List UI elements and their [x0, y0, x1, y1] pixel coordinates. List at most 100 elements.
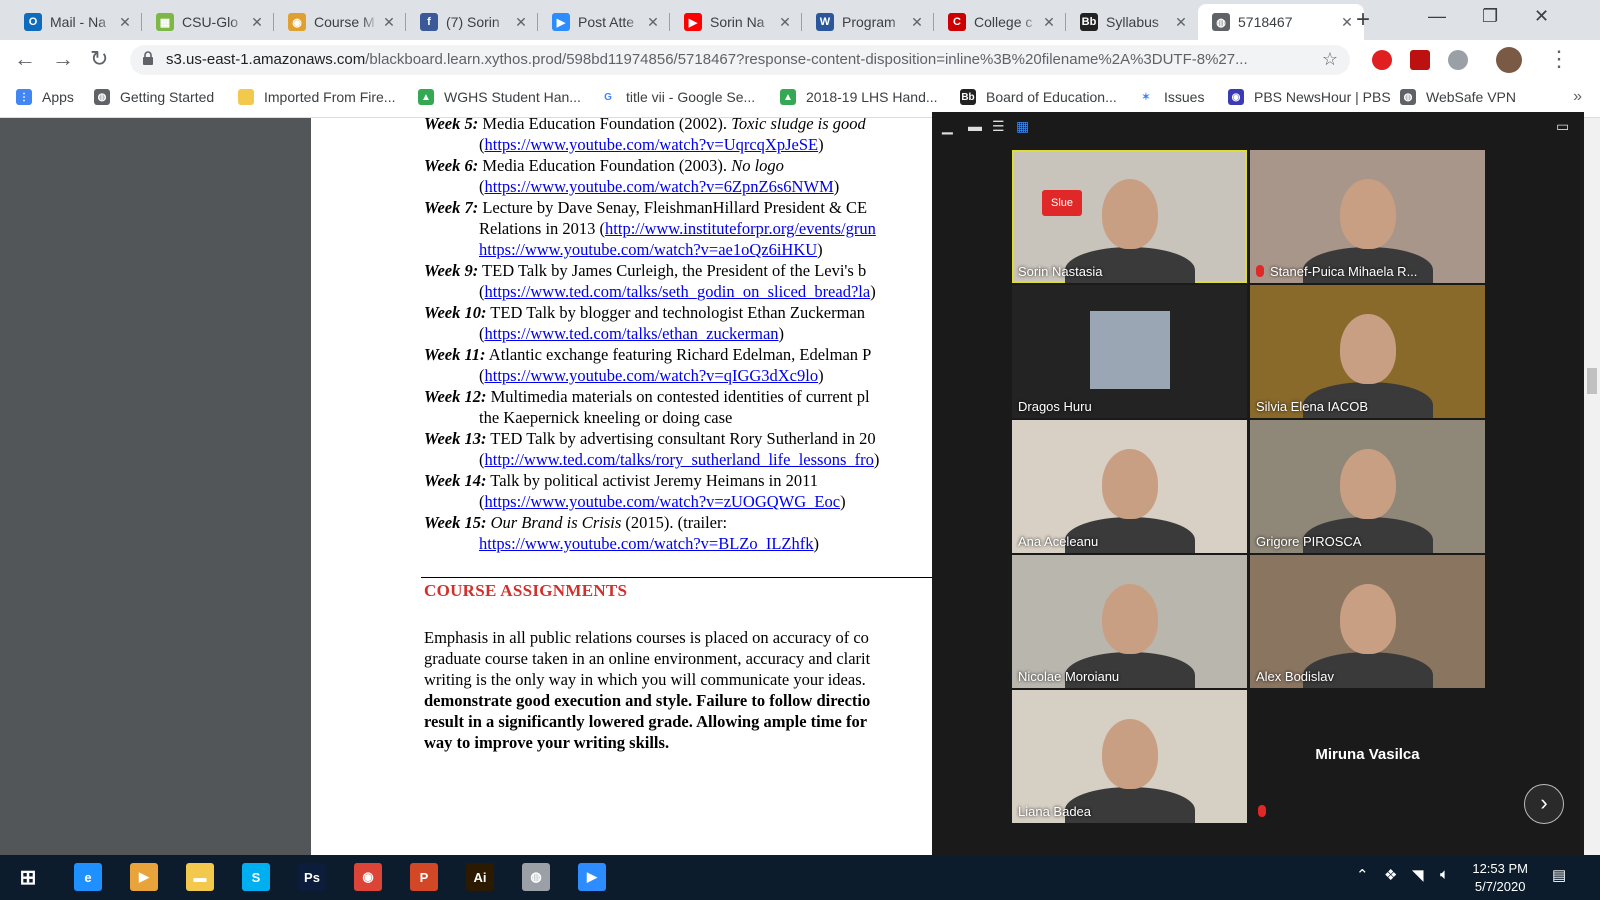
extension-icon[interactable]	[1448, 50, 1468, 70]
back-button[interactable]: ←	[14, 46, 36, 72]
restore-button[interactable]: ❐	[1482, 6, 1498, 27]
speaker-view-icon[interactable]: ☰	[992, 118, 1005, 135]
taskbar-illustrator-icon[interactable]: Ai	[466, 863, 494, 891]
vertical-scrollbar[interactable]	[1584, 118, 1600, 855]
browser-tab[interactable]: ◍ 5718467 ✕	[1198, 4, 1364, 40]
thumbnail-view-icon[interactable]: ▬	[968, 118, 982, 134]
participant-tile[interactable]: Ana Aceleanu	[1012, 420, 1247, 553]
chrome-menu-icon[interactable]: ⋮	[1548, 46, 1570, 72]
notifications-icon[interactable]: ▤	[1552, 866, 1566, 884]
tab-close-icon[interactable]: ✕	[906, 14, 928, 31]
scrollbar-thumb[interactable]	[1587, 368, 1597, 394]
tab-close-icon[interactable]: ✕	[378, 14, 400, 31]
browser-tab[interactable]: Bb Syllabus ✕	[1066, 4, 1198, 40]
taskbar-internet-explorer-icon[interactable]: e	[74, 863, 102, 891]
taskbar-file-explorer-icon[interactable]: ▬	[186, 863, 214, 891]
week-text: TED Talk by advertising consultant Rory …	[486, 429, 876, 448]
participant-tile[interactable]: Nicolae Moroianu	[1012, 555, 1247, 688]
week-title: Toxic sludge is good	[731, 118, 866, 133]
tab-close-icon[interactable]: ✕	[114, 14, 136, 31]
resource-link[interactable]: https://www.youtube.com/watch?v=qIGG3dXc…	[485, 366, 819, 385]
browser-tab[interactable]: ▦ CSU-Glo ✕	[142, 4, 274, 40]
resource-link[interactable]: https://www.youtube.com/watch?v=ae1oQz6i…	[479, 240, 817, 259]
address-bar[interactable]: s3.us-east-1.amazonaws.com/blackboard.le…	[130, 45, 1350, 75]
network-icon[interactable]: ◥	[1412, 866, 1424, 884]
browser-tab[interactable]: ▶ Post Atte ✕	[538, 4, 670, 40]
browser-tab[interactable]: W Program ✕	[802, 4, 934, 40]
tab-close-icon[interactable]: ✕	[510, 14, 532, 31]
reload-button[interactable]: ↻	[90, 46, 108, 72]
resource-link[interactable]: https://www.ted.com/talks/ethan_zuckerma…	[485, 324, 779, 343]
participant-tile[interactable]: Miruna Vasilca	[1250, 690, 1485, 823]
browser-tab[interactable]: C College c ✕	[934, 4, 1066, 40]
participant-video	[1101, 179, 1158, 250]
resource-link[interactable]: https://www.ted.com/talks/seth_godin_on_…	[485, 282, 871, 301]
forward-button[interactable]: →	[52, 46, 74, 72]
resource-link[interactable]: https://www.youtube.com/watch?v=zUOGQWG_…	[485, 492, 841, 511]
gallery-view-icon[interactable]: ▦	[1016, 118, 1029, 135]
adblock-extension-icon[interactable]	[1372, 50, 1392, 70]
tab-close-icon[interactable]: ✕	[774, 14, 796, 31]
close-window-button[interactable]: ✕	[1534, 6, 1549, 27]
browser-tab[interactable]: ◉ Course M ✕	[274, 4, 406, 40]
document-line: Week 13: TED Talk by advertising consult…	[424, 429, 876, 449]
tab-close-icon[interactable]: ✕	[1336, 14, 1358, 31]
browser-tab[interactable]: ▶ Sorin Na ✕	[670, 4, 802, 40]
participant-video	[1339, 584, 1396, 655]
taskbar-zoom-icon[interactable]: ▶	[578, 863, 606, 891]
tab-close-icon[interactable]: ✕	[1038, 14, 1060, 31]
minimize-video-icon[interactable]: ▁	[942, 118, 953, 135]
taskbar-powerpoint-icon[interactable]: P	[410, 863, 438, 891]
participant-tile[interactable]: Dragos Huru	[1012, 285, 1247, 418]
bookmark-item[interactable]: ▲ 2018-19 LHS Hand...	[780, 89, 938, 105]
next-page-button[interactable]: ›	[1524, 784, 1564, 824]
tab-title: 5718467	[1238, 14, 1293, 30]
tab-close-icon[interactable]: ✕	[1170, 14, 1192, 31]
resource-link[interactable]: https://www.youtube.com/watch?v=UqrcqXpJ…	[485, 135, 819, 154]
browser-tab[interactable]: O Mail - Na ✕	[10, 4, 142, 40]
bookmark-item[interactable]: ◍ WebSafe VPN	[1400, 89, 1516, 105]
resource-link[interactable]: https://www.youtube.com/watch?v=6ZpnZ6s6…	[485, 177, 834, 196]
bookmark-item[interactable]: ✶ Issues	[1138, 89, 1204, 105]
resource-link[interactable]: http://www.instituteforpr.org/events/gru…	[605, 219, 876, 238]
taskbar-chrome-icon[interactable]: ◉	[340, 855, 396, 900]
dropbox-icon[interactable]: ❖	[1384, 866, 1397, 884]
bookmark-item[interactable]: Imported From Fire...	[238, 89, 395, 105]
profile-avatar[interactable]	[1496, 47, 1522, 73]
bookmark-item[interactable]: Gtitle vii - Google Se...	[600, 89, 755, 105]
windows-start-icon[interactable]: ⊞	[14, 863, 42, 891]
bookmark-item[interactable]: ◉ PBS NewsHour | PBS	[1228, 89, 1391, 105]
new-tab-button[interactable]: +	[1356, 6, 1370, 34]
participant-tile[interactable]: Silvia Elena IACOB	[1250, 285, 1485, 418]
taskbar-clock[interactable]: 12:53 PM 5/7/2020	[1472, 860, 1528, 896]
paragraph-line: graduate course taken in an online envir…	[424, 649, 871, 668]
taskbar-skype-icon[interactable]: S	[242, 863, 270, 891]
show-hidden-icons-icon[interactable]: ⌃	[1356, 866, 1369, 884]
bookmark-item[interactable]: ◍ Getting Started	[94, 89, 214, 105]
more-bookmarks-icon[interactable]: »	[1573, 88, 1582, 106]
paragraph-line-bold: way to improve your writing skills.	[424, 733, 670, 752]
participant-tile[interactable]: Stanef-Puica Mihaela R...	[1250, 150, 1485, 283]
browser-tab[interactable]: f (7) Sorin ✕	[406, 4, 538, 40]
taskbar-photoshop-icon[interactable]: Ps	[298, 863, 326, 891]
volume-icon[interactable]: 🔈︎	[1440, 866, 1449, 883]
participant-tile[interactable]: Slue Sorin Nastasia	[1012, 150, 1247, 283]
pdf-extension-icon[interactable]	[1410, 50, 1430, 70]
participant-tile[interactable]: Alex Bodislav	[1250, 555, 1485, 688]
taskbar-media-player-icon[interactable]: ▶	[130, 863, 158, 891]
minimize-button[interactable]: —	[1428, 6, 1446, 27]
tab-close-icon[interactable]: ✕	[642, 14, 664, 31]
tab-close-icon[interactable]: ✕	[246, 14, 268, 31]
exit-fullscreen-icon[interactable]: ▭	[1556, 118, 1569, 135]
participant-tile[interactable]: Liana Badea	[1012, 690, 1247, 823]
participant-tile[interactable]: Grigore PIROSCA	[1250, 420, 1485, 553]
bookmark-item[interactable]: ▲ WGHS Student Han...	[418, 89, 581, 105]
week-text: Atlantic exchange featuring Richard Edel…	[485, 345, 872, 364]
bookmark-item[interactable]: ⋮ Apps	[16, 89, 74, 105]
bookmark-item[interactable]: Bb Board of Education...	[960, 89, 1117, 105]
resource-link[interactable]: http://www.ted.com/talks/rory_sutherland…	[485, 450, 874, 469]
bookmark-star-icon[interactable]: ☆	[1322, 49, 1338, 70]
resource-link[interactable]: https://www.youtube.com/watch?v=BLZo_ILZ…	[479, 534, 814, 553]
taskbar-app-generic-icon[interactable]: ◍	[522, 863, 550, 891]
document-line: (https://www.youtube.com/watch?v=qIGG3dX…	[479, 366, 824, 385]
